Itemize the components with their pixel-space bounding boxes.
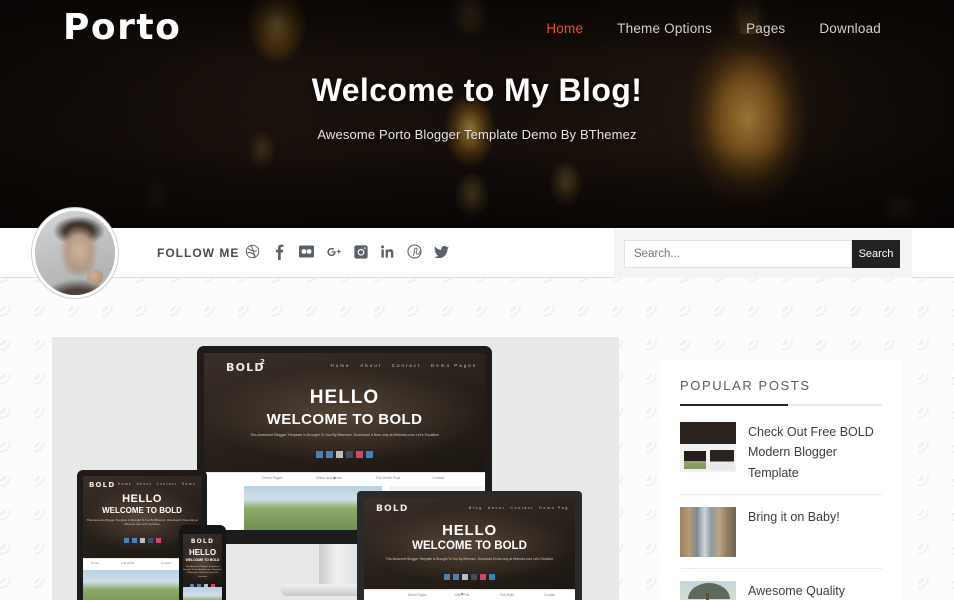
city-thumb-image [680,506,736,557]
mock-menubar-desktop: ■ Demo Pages Video and Audio Full Width … [204,471,485,486]
search-button[interactable]: Search [852,239,900,268]
mock-headline-2-phone: WELCOME TO BOLD [185,558,220,562]
mock-blurb-desktop: This Awesome Blogger Template Is Brought… [250,433,439,437]
page-root: Porto Home Theme Options Pages Download … [0,0,954,600]
facebook-icon[interactable] [272,243,287,260]
mock-blurb-laptop: This Awesome Blogger Template Is Brought… [385,557,554,561]
mock-headline-2-desktop: WELCOME TO BOLD [266,411,423,428]
mock-brand-laptop: BOLD [376,504,409,514]
device-phone: BOLD HELLO WELCOME TO BOLD This Awesome … [179,525,226,600]
mock-headline-1-tablet: HELLO [122,493,162,505]
tree-thumb-image [680,580,736,600]
googleplus-icon[interactable] [326,243,341,260]
hero-header: Porto Home Theme Options Pages Download … [0,0,954,228]
mock-brand-tablet: BOLD [89,481,116,489]
top-bar: Porto Home Theme Options Pages Download [0,0,954,58]
mock-social-dots-laptop [364,574,575,580]
search-input[interactable] [624,239,852,268]
popular-post-thumbnail[interactable] [680,506,736,557]
popular-post-title[interactable]: Check Out Free BOLD Modern Blogger Templ… [748,422,882,483]
main-navigation: Home Theme Options Pages Download [529,21,898,36]
twitter-icon[interactable] [434,243,449,260]
nav-item-theme-options[interactable]: Theme Options [600,21,729,36]
mock-menubar-laptop: ■ Demo Pages Video Post Full Width Conta… [364,588,575,600]
mock-blurb-phone: This Awesome Blogger Template Is Brought… [183,566,222,578]
mock-nav-tablet: Home About Contact Demo [117,482,196,486]
popular-post-title[interactable]: Bring it on Baby! [748,507,840,527]
hero-title: Welcome to My Blog! [311,72,643,108]
popular-post-title[interactable]: Awesome Quality Image [748,581,882,600]
flickr-icon[interactable] [299,243,314,260]
avatar[interactable] [32,208,118,298]
mock-headline-1-phone: HELLO [188,548,217,557]
avatar-photo [35,211,115,295]
popular-post-item[interactable]: Bring it on Baby! [680,495,882,569]
widget-title-underline [680,404,882,406]
avatar-hand [87,269,103,285]
nav-item-home[interactable]: Home [529,21,600,36]
mock-social-dots-desktop [204,451,485,458]
instagram-icon[interactable] [353,243,368,260]
nav-item-pages[interactable]: Pages [729,21,802,36]
dribbble-icon[interactable] [245,243,260,260]
devices-mockup: BOLD 2 Home About Contact Demo Pages HEL… [52,337,619,600]
devices-thumb-image [680,422,736,472]
mock-nav-desktop: Home About Contact Demo Pages [330,363,477,368]
pinterest-icon[interactable] [407,243,422,260]
hero-subtitle: Awesome Porto Blogger Template Demo By B… [317,127,637,142]
sidebar: POPULAR POSTS Check Out Free BOLD Modern… [660,360,902,600]
mock-headline-1-desktop: HELLO [309,387,380,408]
mock-brand-sup-desktop: 2 [260,358,267,366]
popular-post-item[interactable]: Check Out Free BOLD Modern Blogger Templ… [680,410,882,495]
nav-item-download[interactable]: Download [802,21,898,36]
popular-post-thumbnail[interactable] [680,580,736,600]
search-box: Search [614,229,912,278]
site-logo[interactable]: Porto [63,6,181,50]
popular-post-item[interactable]: Awesome Quality Image [680,569,882,600]
popular-posts-title: POPULAR POSTS [680,378,811,393]
popular-post-thumbnail[interactable] [680,422,736,472]
mock-brand-phone: BOLD [190,538,215,545]
mock-nav-laptop: Blog About Contact Demo Pag [469,506,569,510]
social-icon-list [245,243,449,260]
device-laptop: BOLD Blog About Contact Demo Pag HELLO W… [357,491,582,600]
mock-brand-desktop: BOLD [226,361,265,374]
linkedin-icon[interactable] [380,243,395,260]
mock-headline-1-laptop: HELLO [442,522,497,539]
follow-me-label: FOLLOW ME [157,246,240,260]
mock-headline-2-tablet: WELCOME TO BOLD [102,506,182,515]
mock-photo-phone [183,586,222,600]
mock-headline-2-laptop: WELCOME TO BOLD [412,540,527,552]
hero-text-block: Welcome to My Blog! Awesome Porto Blogge… [0,72,954,142]
post-featured-image[interactable]: BOLD 2 Home About Contact Demo Pages HEL… [52,337,619,600]
